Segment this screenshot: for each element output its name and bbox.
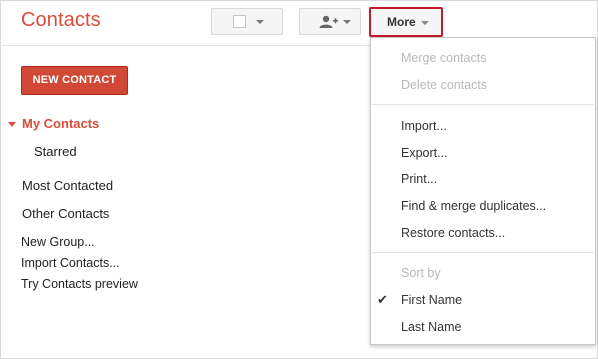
new-contact-button[interactable]: NEW CONTACT (21, 66, 128, 95)
menu-sort-by-label: Sort by (401, 266, 441, 280)
menu-separator (372, 104, 594, 105)
caret-down-icon (421, 21, 429, 25)
caret-down-icon (256, 20, 264, 24)
menu-item-print[interactable]: Print... (401, 172, 437, 186)
menu-item-sort-last-name[interactable]: Last Name (401, 320, 461, 334)
sidebar-item-most-contacted[interactable]: Most Contacted (22, 178, 113, 193)
add-person-icon (319, 15, 338, 28)
sidebar-link-new-group[interactable]: New Group... (21, 235, 95, 249)
menu-item-delete-contacts: Delete contacts (401, 78, 488, 92)
sidebar-item-my-contacts[interactable]: My Contacts (22, 116, 99, 131)
menu-item-merge-contacts: Merge contacts (401, 51, 487, 65)
menu-item-restore-contacts[interactable]: Restore contacts... (401, 226, 505, 240)
checkbox-icon[interactable] (233, 15, 246, 28)
menu-item-find-merge-duplicates[interactable]: Find & merge duplicates... (401, 199, 546, 213)
menu-item-sort-first-name[interactable]: First Name (401, 293, 462, 307)
checkmark-icon: ✔ (377, 292, 388, 307)
menu-separator (372, 252, 594, 253)
more-dropdown-menu: Merge contacts Delete contacts Import...… (370, 37, 596, 345)
app-title: Contacts (21, 9, 101, 31)
sidebar-item-other-contacts[interactable]: Other Contacts (22, 206, 109, 221)
more-button[interactable]: More (369, 7, 443, 37)
menu-item-import[interactable]: Import... (401, 119, 447, 133)
expand-caret-icon[interactable] (8, 122, 16, 127)
sidebar-item-starred[interactable]: Starred (34, 144, 77, 159)
add-to-group-button[interactable] (299, 8, 361, 35)
sidebar-link-import-contacts[interactable]: Import Contacts... (21, 256, 120, 270)
more-button-label: More (387, 15, 416, 29)
caret-down-icon (343, 20, 351, 24)
select-checkbox-button[interactable] (211, 8, 283, 35)
sidebar-link-try-preview[interactable]: Try Contacts preview (21, 277, 138, 291)
menu-item-export[interactable]: Export... (401, 146, 448, 160)
